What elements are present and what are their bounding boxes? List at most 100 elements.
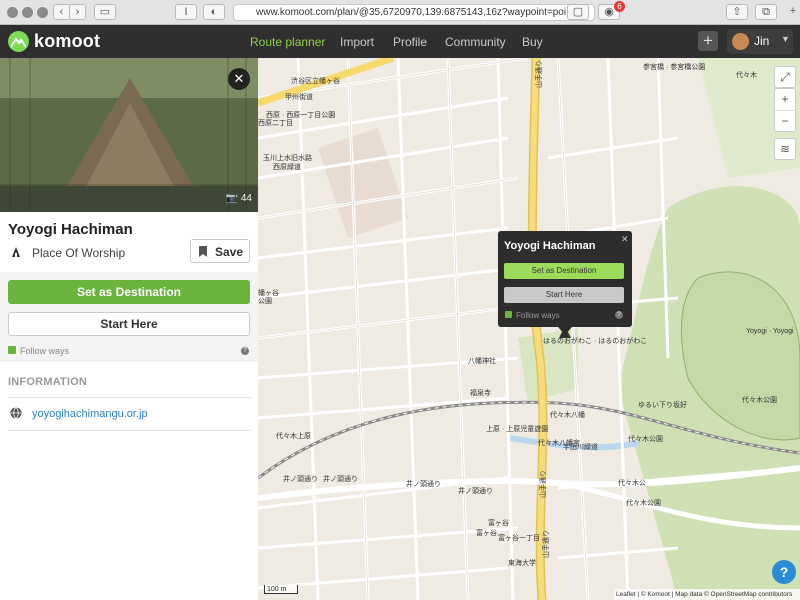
extension-badge: 6 [614, 1, 625, 12]
map-label: 上原 · 上原児童遊園 [486, 426, 549, 433]
map-label: 富ヶ谷 [488, 520, 509, 527]
map-label: 福泉寺 [470, 390, 491, 397]
map-label: 代々木公 [618, 480, 646, 487]
popup-title: Yoyogi Hachiman [504, 240, 596, 252]
divider [8, 397, 251, 398]
map-canvas [258, 58, 800, 600]
map-scale: 100 m [264, 585, 298, 594]
url-text: www.komoot.com/plan/@35.6720970,139.6875… [256, 7, 589, 18]
set-destination-button[interactable]: Set as Destination [8, 280, 250, 304]
map-label: 富ヶ谷 [476, 530, 497, 537]
map-label: 井ノ頭通り [458, 488, 493, 495]
map-label: 代々木上原 [276, 433, 311, 440]
chevron-down-icon: ▼ [781, 34, 790, 44]
popup-close-icon[interactable]: ✕ [621, 234, 629, 245]
map-label: 井ノ頭通り [323, 476, 358, 483]
add-icon[interactable]: + [698, 31, 718, 51]
new-tab-icon[interactable]: + [786, 4, 800, 20]
nav-import[interactable]: Import [340, 35, 374, 49]
map-label: 八幡神社 [468, 358, 496, 365]
layers-icon[interactable]: ≋ [774, 138, 796, 160]
website-link[interactable]: yoyogihachimangu.or.jp [32, 408, 148, 420]
camera-icon: 📷 [225, 193, 239, 204]
place-category: Place Of Worship [32, 246, 126, 260]
photo-image [0, 58, 258, 212]
map-label: 代々木公園 [626, 500, 661, 507]
nav-profile[interactable]: Profile [393, 35, 427, 49]
tabs-icon[interactable]: ⧉ [755, 4, 777, 20]
map-label: 山手通り [543, 530, 550, 558]
map-view[interactable]: 渋谷区立幡ヶ谷 甲州街道 西原 · 西原一丁目公園 玉川上水旧水路 西原緑道 山… [258, 58, 800, 600]
map-label: 西原二丁目 [258, 120, 293, 127]
avatar [732, 33, 749, 50]
map-label: 代々木公園 [628, 436, 663, 443]
map-label: 山手通り [536, 60, 543, 88]
follow-ways-checkbox[interactable] [8, 346, 16, 354]
divider [8, 430, 251, 431]
sidebar-toggle-icon[interactable]: ▭ [94, 4, 116, 20]
map-label: 代々木八幡 [550, 412, 585, 419]
zoom-out-button[interactable]: − [775, 111, 795, 132]
map-label: はるのおがわこ · はるのおがわこ [543, 338, 648, 345]
komoot-logo-icon[interactable] [8, 31, 29, 52]
place-title: Yoyogi Hachiman [8, 221, 133, 238]
maximize-window-icon[interactable] [37, 7, 48, 18]
close-button[interactable]: ✕ [228, 68, 250, 90]
map-label: 甲州街道 [285, 94, 313, 101]
reader-icon[interactable]: I [175, 4, 197, 20]
bookmark-icon [199, 246, 207, 257]
map-label: 西原緑道 [273, 164, 301, 171]
photo-count-value: 44 [240, 193, 252, 204]
brand-name[interactable]: komoot [34, 31, 100, 52]
map-label: 公園 [258, 298, 272, 305]
map-label: 富ヶ谷一丁目 [498, 535, 540, 542]
minimize-window-icon[interactable] [22, 7, 33, 18]
zoom-in-button[interactable]: + [775, 89, 795, 111]
fullscreen-icon[interactable]: ⤢ [774, 66, 796, 88]
save-button[interactable]: Save [190, 239, 250, 263]
nav-buy[interactable]: Buy [522, 35, 543, 49]
start-here-button[interactable]: Start Here [8, 312, 250, 336]
nav-route-planner[interactable]: Route planner [250, 35, 325, 49]
information-heading: INFORMATION [8, 376, 87, 388]
map-label: 井ノ頭通り [283, 476, 318, 483]
popup-follow-ways-checkbox[interactable] [505, 311, 512, 318]
nav-community[interactable]: Community [445, 35, 506, 49]
map-label: 東海大学 [508, 560, 536, 567]
help-icon[interactable]: ? [241, 347, 249, 355]
popup-set-destination-button[interactable]: Set as Destination [504, 263, 624, 279]
share-icon[interactable]: ⇧ [726, 4, 748, 20]
map-label: 代々木公園 [742, 397, 777, 404]
forward-button[interactable]: › [69, 4, 86, 20]
save-label: Save [215, 245, 244, 259]
map-label: Yoyogi · Yoyogi [746, 328, 794, 335]
help-button[interactable]: ? [772, 560, 796, 584]
map-label: 山手通り [540, 470, 547, 498]
browser-toolbar: ‹ › ▭ I ◐ www.komoot.com/plan/@35.672097… [0, 0, 800, 25]
globe-icon [10, 407, 22, 419]
map-label: ゆるい下り坂好 [638, 402, 687, 409]
app-header: komoot Route planner Import Profile Comm… [0, 25, 800, 58]
address-bar[interactable]: www.komoot.com/plan/@35.6720970,139.6875… [233, 4, 595, 21]
map-attribution[interactable]: Leaflet | © Komoot | Map data © OpenStre… [614, 589, 800, 600]
zoom-control: + − [774, 88, 796, 132]
action-panel: Set as Destination Start Here Follow way… [0, 272, 258, 362]
popup-help-icon[interactable]: ? [615, 311, 623, 319]
follow-ways-label: Follow ways [20, 346, 70, 356]
map-label: 渋谷区立幡ヶ谷 [291, 78, 340, 85]
lock-icon[interactable]: ▢ [567, 4, 589, 20]
poi-popup: Yoyogi Hachiman ✕ Set as Destination Sta… [498, 231, 632, 335]
extension-icon[interactable]: ◐ [203, 4, 225, 20]
popup-start-here-button[interactable]: Start Here [504, 287, 624, 303]
map-label: 参宮橋 · 参宮橋公園 [643, 64, 706, 71]
map-label: 代々木八幡宮 [538, 440, 580, 447]
worship-icon [12, 247, 20, 257]
user-menu[interactable]: Jin ▼ [727, 29, 793, 54]
place-photo[interactable]: ✕ 📷 44 [0, 58, 258, 212]
back-button[interactable]: ‹ [53, 4, 70, 20]
close-window-icon[interactable] [7, 7, 18, 18]
photo-count[interactable]: 📷 44 [226, 193, 252, 204]
popup-follow-ways-label: Follow ways [516, 311, 560, 320]
map-label: 井ノ頭通り [406, 481, 441, 488]
user-name: Jin [754, 34, 770, 48]
